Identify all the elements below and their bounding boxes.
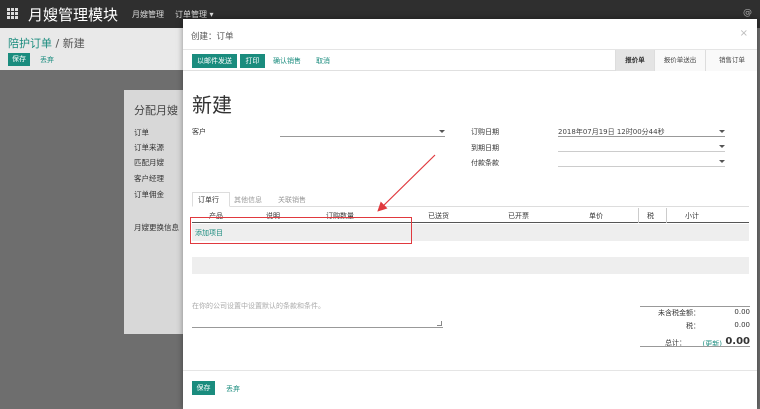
column-header[interactable]: 已开票 (508, 211, 529, 221)
print-button[interactable]: 打印 (240, 54, 265, 68)
send-email-button[interactable]: 以邮件发送 (192, 54, 237, 68)
customer-label: 客户 (192, 128, 206, 136)
discard-button[interactable]: 丢弃 (226, 384, 240, 394)
column-header[interactable]: 税 (647, 211, 654, 221)
background-control-panel: 陪护订单 / 新建 保存 丢弃 (0, 28, 185, 70)
background-label: 客户经理 (134, 174, 164, 183)
chevron-down-icon (719, 145, 725, 148)
cancel-button[interactable]: 取消 (316, 54, 330, 68)
app-brand[interactable]: 月嫂管理模块 (28, 4, 118, 25)
chevron-down-icon (719, 130, 725, 133)
customer-select[interactable] (280, 127, 445, 137)
order-date-input[interactable]: 2018年07月19日 12时00分44秒 (558, 127, 725, 137)
tax-value: 0.00 (734, 321, 750, 329)
confirm-sale-button[interactable]: 确认销售 (273, 54, 301, 68)
terms-notes-textarea[interactable]: 在你的公司设置中设置默认的条款和条件。 (192, 298, 443, 328)
tab-related-sales[interactable]: 关联销售 (278, 195, 306, 205)
chevron-down-icon (719, 160, 725, 163)
breadcrumb-current: 新建 (62, 37, 85, 50)
section-row (192, 257, 749, 274)
status-bar: 以邮件发送 打印 确认销售 取消 报价单 报价单送出 销售订单 (183, 50, 757, 71)
stage-quotation-sent[interactable]: 报价单送出 (655, 50, 705, 71)
notebook-tabs: 订单行 其他信息 关联销售 (192, 192, 749, 207)
notes-placeholder: 在你的公司设置中设置默认的条款和条件。 (192, 302, 325, 310)
breadcrumb: 陪护订单 / 新建 (8, 37, 85, 50)
untaxed-value: 0.00 (734, 308, 750, 316)
tab-other-info[interactable]: 其他信息 (234, 195, 262, 205)
background-label: 订单来源 (134, 143, 164, 152)
stage-pipeline: 报价单 报价单送出 销售订单 (615, 50, 757, 71)
background-save-button[interactable]: 保存 (8, 53, 30, 66)
resize-handle-icon[interactable] (437, 321, 442, 326)
stage-quotation[interactable]: 报价单 (616, 50, 654, 71)
background-sheet-title: 分配月嫂 (134, 104, 178, 117)
breadcrumb-link[interactable]: 陪护订单 (8, 37, 52, 50)
apps-grid-icon[interactable] (7, 8, 18, 19)
untaxed-label: 未含税金额： (658, 309, 700, 317)
validity-date-input[interactable] (558, 142, 725, 152)
user-menu-icon[interactable]: @ (743, 8, 752, 18)
order-date-label: 订购日期 (471, 128, 499, 136)
annotation-highlight-box (190, 217, 412, 244)
divider (183, 370, 757, 371)
update-totals-button[interactable]: (更新) (703, 339, 722, 349)
background-label: 订单 (134, 128, 149, 137)
create-order-dialog: 创建：订单 × 以邮件发送 打印 确认销售 取消 报价单 报价单送出 销售订单 … (183, 19, 757, 409)
menu-maternity-management[interactable]: 月嫂管理 (132, 9, 164, 20)
background-discard-button[interactable]: 丢弃 (40, 55, 54, 65)
chevron-down-icon (439, 130, 445, 133)
validity-date-label: 到期日期 (471, 144, 499, 152)
column-header[interactable]: 小计 (685, 211, 699, 221)
stage-sales-order[interactable]: 销售订单 (706, 50, 758, 71)
document-title: 新建 (192, 93, 232, 117)
column-header[interactable]: 单价 (589, 211, 603, 221)
dialog-title: 创建：订单 (191, 32, 234, 42)
background-label: 订单佣金 (134, 190, 164, 199)
background-label: 匹配月嫂 (134, 158, 164, 167)
save-button[interactable]: 保存 (192, 381, 215, 395)
background-label: 月嫂更换信息 (134, 223, 179, 232)
column-header[interactable]: 已送货 (428, 211, 449, 221)
payment-terms-select[interactable] (558, 157, 725, 167)
payment-terms-label: 付款条款 (471, 159, 499, 167)
tab-order-lines[interactable]: 订单行 (198, 195, 219, 205)
close-icon[interactable]: × (740, 28, 748, 39)
tax-label: 税： (686, 322, 700, 330)
